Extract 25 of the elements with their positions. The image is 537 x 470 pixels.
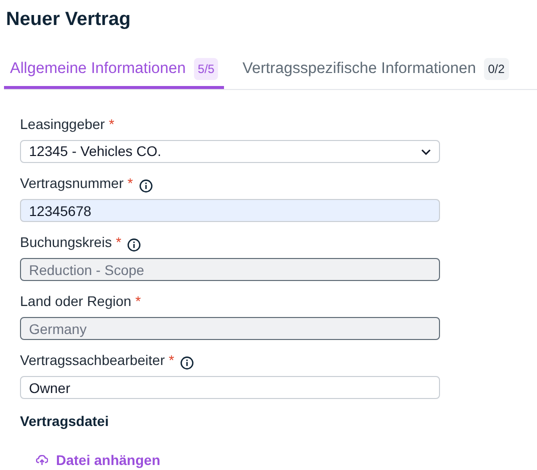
field-label: Leasinggeber xyxy=(20,115,105,134)
required-marker: * xyxy=(168,351,174,370)
field-label: Land oder Region xyxy=(20,292,132,312)
count-badge: 5/5 xyxy=(194,58,218,80)
input-field[interactable]: Owner xyxy=(20,376,440,400)
field-label: Vertragssachbearbeiter xyxy=(20,351,165,370)
field-label: Buchungskreis xyxy=(20,233,112,252)
select-field[interactable]: 12345 - Vehicles CO. xyxy=(20,140,440,164)
info-icon[interactable] xyxy=(138,178,153,193)
info-icon[interactable] xyxy=(180,356,194,370)
required-marker: * xyxy=(116,233,122,252)
required-marker: * xyxy=(108,115,114,134)
count-badge: 0/2 xyxy=(484,58,509,80)
chevron-down-icon xyxy=(421,148,431,155)
tab[interactable]: Vertragsspezifische Informationen 0/2 xyxy=(236,57,515,90)
section-heading: Vertragsdatei xyxy=(20,412,110,432)
attach-file-link[interactable]: Datei anhängen xyxy=(36,450,160,470)
field-label: Vertragsnummer xyxy=(20,174,124,194)
upload-icon xyxy=(36,455,48,466)
input-field[interactable]: 12345678 xyxy=(20,199,440,222)
required-marker: * xyxy=(127,174,133,194)
tab[interactable]: Allgemeine Informationen 5/5 xyxy=(4,57,224,90)
info-icon[interactable] xyxy=(127,238,142,252)
required-marker: * xyxy=(135,292,141,312)
page-title: Neuer Vertrag xyxy=(6,8,131,32)
